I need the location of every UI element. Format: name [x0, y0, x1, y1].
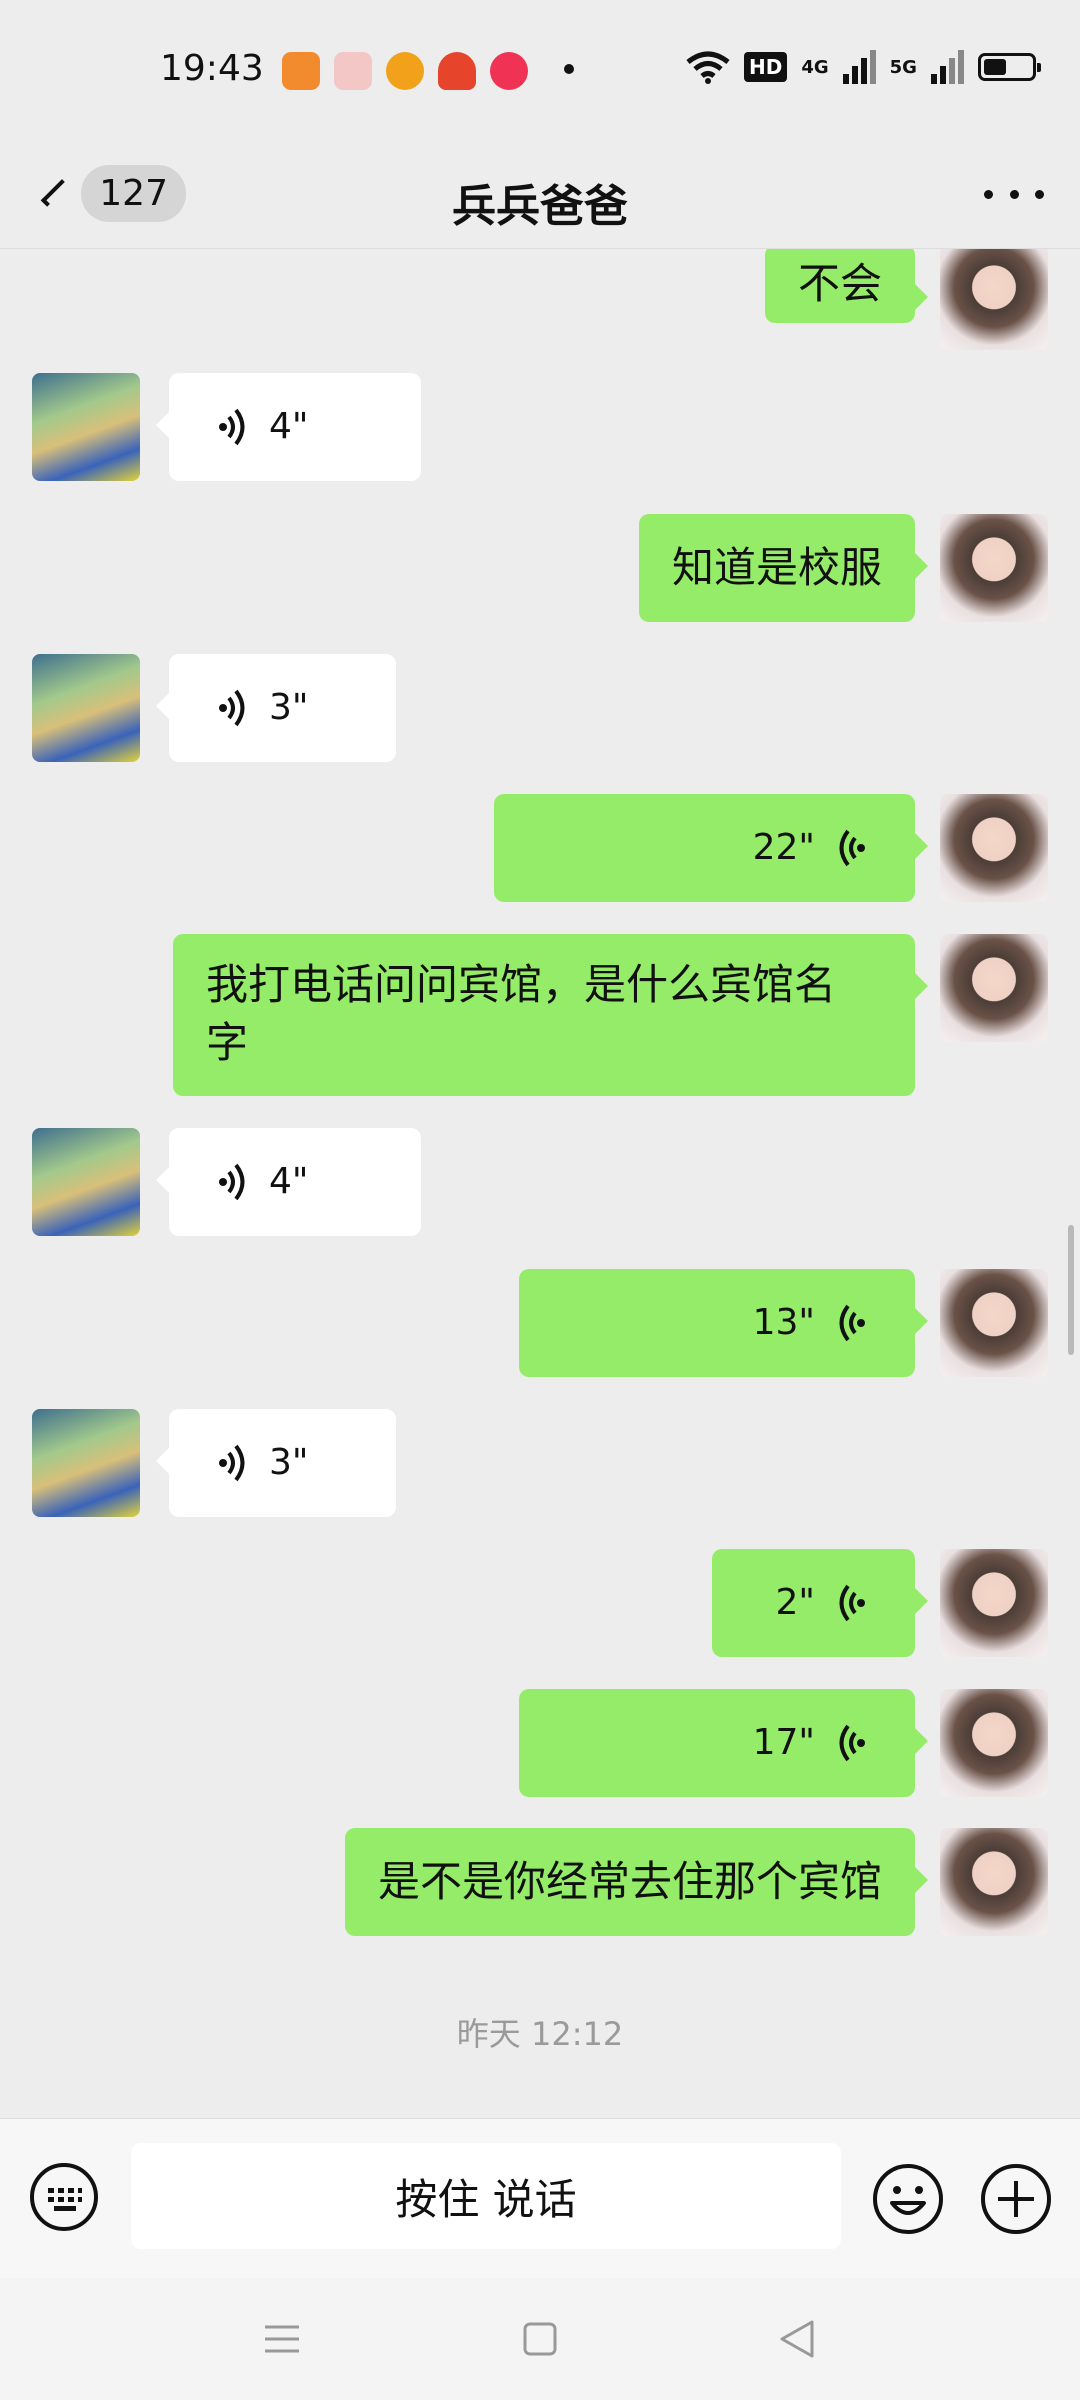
dot-icon: [984, 189, 993, 199]
contact-avatar[interactable]: [32, 373, 140, 481]
voice-message-bubble[interactable]: 4": [156, 1128, 421, 1236]
status-time: 19:43: [160, 48, 264, 89]
voice-duration: 4": [269, 406, 309, 447]
app-notification-icon: [490, 52, 528, 90]
wifi-icon: [686, 51, 730, 84]
voice-duration: 17": [752, 1722, 815, 1763]
contact-avatar[interactable]: [32, 654, 140, 762]
voice-wave-icon: [839, 1304, 865, 1342]
battery-icon: [977, 53, 1041, 81]
my-avatar[interactable]: [940, 794, 1048, 902]
contact-avatar[interactable]: [32, 1128, 140, 1236]
voice-wave-icon: [219, 1163, 245, 1201]
system-indicators: HD 4G 5G: [686, 50, 1041, 84]
app-notification-icon: [438, 52, 476, 90]
message-bubble-text[interactable]: 知道是校服: [638, 514, 929, 622]
network-4g-label: 4G: [801, 56, 829, 78]
menu-icon[interactable]: [257, 2314, 307, 2364]
message-timestamp: 昨天 12:12: [456, 2015, 624, 2053]
hd-badge: HD: [744, 52, 788, 82]
message-bubble-text[interactable]: 不会: [764, 249, 929, 323]
voice-wave-icon: [219, 1444, 245, 1482]
voice-message-bubble[interactable]: 17": [519, 1689, 928, 1797]
voice-message-bubble[interactable]: 22": [494, 794, 928, 902]
plus-icon[interactable]: [978, 2161, 1054, 2237]
more-options-button[interactable]: [984, 174, 1044, 214]
voice-duration: 2": [775, 1582, 815, 1623]
voice-duration: 22": [752, 827, 815, 868]
dot-icon: [1009, 189, 1019, 199]
emoji-icon[interactable]: [870, 2161, 946, 2237]
voice-duration: 13": [752, 1302, 815, 1343]
my-avatar[interactable]: [940, 1828, 1048, 1936]
contact-avatar[interactable]: [32, 1409, 140, 1517]
message-list[interactable]: 不会 4" 知道是校服 3" 22" 我打电话问问宾馆，是什么宾馆名 字 4" …: [0, 249, 1080, 2118]
more-notifications-dot: [564, 64, 574, 74]
scrollbar-thumb[interactable]: [1068, 1225, 1074, 1355]
app-notification-icon: [334, 52, 372, 90]
chat-header: 127 兵兵爸爸: [0, 140, 1080, 249]
signal-strength-icon: [930, 50, 964, 84]
message-bubble-text[interactable]: 是不是你经常去住那个宾馆: [344, 1828, 929, 1936]
signal-strength-icon: [842, 50, 876, 84]
message-text: 不会: [797, 259, 882, 308]
app-notification-icon: [386, 52, 424, 90]
my-avatar[interactable]: [940, 249, 1048, 350]
my-avatar[interactable]: [940, 1549, 1048, 1657]
voice-message-bubble[interactable]: 4": [156, 373, 421, 481]
status-bar: 19:43 HD 4G 5G: [0, 0, 1080, 140]
voice-message-bubble[interactable]: 2": [712, 1549, 928, 1657]
voice-wave-icon: [839, 1724, 865, 1762]
voice-duration: 3": [269, 1442, 309, 1483]
my-avatar[interactable]: [940, 934, 1048, 1042]
my-avatar[interactable]: [940, 1269, 1048, 1377]
my-avatar[interactable]: [940, 1689, 1048, 1797]
message-bubble-text[interactable]: 我打电话问问宾馆，是什么宾馆名 字: [173, 934, 928, 1096]
voice-wave-icon: [839, 1584, 865, 1622]
voice-wave-icon: [839, 829, 865, 867]
chat-title: 兵兵爸爸: [452, 181, 628, 232]
voice-message-bubble[interactable]: 3": [156, 1409, 396, 1517]
dot-icon: [1035, 189, 1044, 199]
system-navigation-bar: [0, 2278, 1080, 2400]
voice-wave-icon: [219, 408, 245, 446]
hold-to-talk-button[interactable]: 按住 说话: [131, 2143, 841, 2249]
voice-message-bubble[interactable]: 13": [519, 1269, 928, 1377]
message-text: 我打电话问问宾馆，是什么宾馆名: [206, 960, 837, 1009]
message-text: 知道是校服: [671, 543, 882, 592]
message-text: 是不是你经常去住那个宾馆: [377, 1857, 882, 1906]
notification-icons: [282, 52, 528, 90]
back-triangle-icon[interactable]: [772, 2314, 822, 2364]
chat-input-bar: 按住 说话: [0, 2118, 1080, 2279]
voice-message-bubble[interactable]: 3": [156, 654, 396, 762]
network-5g-label: 5G: [889, 56, 917, 78]
home-icon[interactable]: [515, 2314, 565, 2364]
keyboard-toggle-icon[interactable]: [28, 2161, 100, 2233]
my-avatar[interactable]: [940, 514, 1048, 622]
message-text: 字: [206, 1018, 249, 1067]
voice-duration: 4": [269, 1161, 309, 1202]
voice-wave-icon: [219, 689, 245, 727]
voice-duration: 3": [269, 687, 309, 728]
app-notification-icon: [282, 52, 320, 90]
